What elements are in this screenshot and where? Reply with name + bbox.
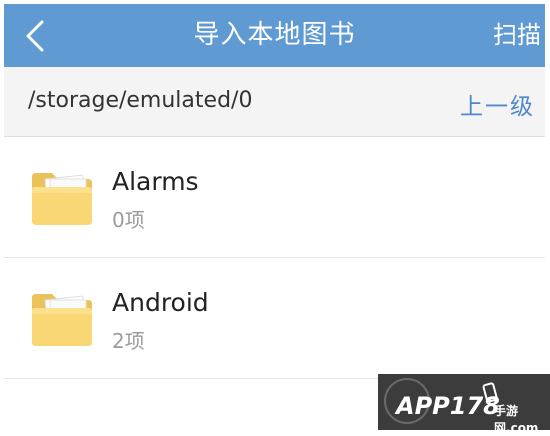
file-list: Alarms 0项 Android 2项 [4,137,545,379]
app-header: 导入本地图书 扫描 [4,4,545,67]
page-title: 导入本地图书 [193,20,356,50]
folder-icon [32,294,92,346]
folder-row-alarms[interactable]: Alarms 0项 [4,137,545,258]
scan-button[interactable]: 扫描 [493,18,541,52]
folder-name: Alarms [112,167,199,196]
watermark-domain: .com [506,421,539,435]
folder-row-android[interactable]: Android 2项 [4,258,545,379]
path-bar: /storage/emulated/0 上一级 [4,67,545,137]
watermark-logo: APP178 手游网.com [378,374,550,435]
folder-item-count: 2项 [112,329,145,353]
watermark-subtitle: 手游网.com [494,402,550,436]
folder-item-count: 0项 [112,208,145,232]
folder-icon [32,173,92,225]
folder-name: Android [112,288,209,317]
parent-directory-button[interactable]: 上一级 [460,87,535,121]
watermark-brand: APP178 [396,392,500,420]
current-path: /storage/emulated/0 [28,88,253,113]
